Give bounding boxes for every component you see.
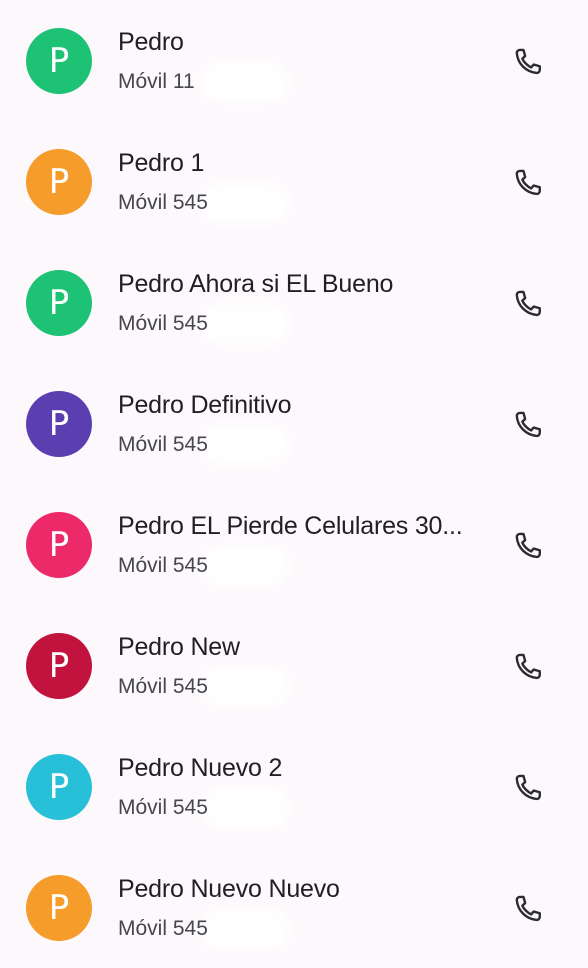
redaction-blur <box>200 667 290 707</box>
contact-phone-detail: Móvil 545 <box>118 554 208 577</box>
contact-row[interactable]: P Pedro Nuevo 2 Móvil 545 <box>0 726 588 847</box>
contact-phone-detail: Móvil 545 <box>118 433 208 456</box>
contact-name: Pedro Definitivo <box>118 391 292 419</box>
contact-row[interactable]: P Pedro New Móvil 545 <box>0 605 588 726</box>
contact-name: Pedro 1 <box>118 149 205 177</box>
redaction-blur <box>200 546 290 586</box>
phone-icon <box>515 169 541 196</box>
contact-name: Pedro Nuevo Nuevo <box>118 875 340 903</box>
contact-row[interactable]: P Pedro Móvil 11 <box>0 0 588 121</box>
redaction-blur <box>200 304 290 344</box>
avatar: P <box>26 149 92 215</box>
contact-name: Pedro EL Pierde Celulares 30... <box>118 512 463 540</box>
call-button[interactable] <box>504 280 552 328</box>
contact-row[interactable]: P Pedro EL Pierde Celulares 30... Móvil … <box>0 484 588 605</box>
contact-name: Pedro New <box>118 633 240 661</box>
avatar: P <box>26 270 92 336</box>
contact-name: Pedro Nuevo 2 <box>118 754 283 782</box>
contact-phone-detail: Móvil 545 <box>118 796 208 819</box>
avatar: P <box>26 633 92 699</box>
contact-row[interactable]: P Pedro Nuevo Nuevo Móvil 545 <box>0 847 588 968</box>
avatar: P <box>26 28 92 94</box>
contact-phone-detail: Móvil 545 <box>118 312 208 335</box>
phone-icon <box>515 774 541 801</box>
call-button[interactable] <box>504 38 552 86</box>
contact-phone-detail: Móvil 545 <box>118 675 208 698</box>
call-button[interactable] <box>504 885 552 933</box>
contact-name: Pedro <box>118 28 184 56</box>
phone-icon <box>515 48 541 75</box>
call-button[interactable] <box>504 401 552 449</box>
contact-phone-detail: Móvil 545 <box>118 917 208 940</box>
redaction-blur <box>200 425 290 465</box>
phone-icon <box>515 895 541 922</box>
contact-phone-detail: Móvil 545 <box>118 191 208 214</box>
call-button[interactable] <box>504 159 552 207</box>
phone-icon <box>515 411 541 438</box>
contact-phone-detail: Móvil 11 <box>118 70 195 93</box>
avatar: P <box>26 512 92 578</box>
contact-row[interactable]: P Pedro 1 Móvil 545 <box>0 121 588 242</box>
call-button[interactable] <box>504 643 552 691</box>
phone-icon <box>515 653 541 680</box>
avatar: P <box>26 754 92 820</box>
contact-row[interactable]: P Pedro Ahora si EL Bueno Móvil 545 <box>0 242 588 363</box>
redaction-blur <box>200 62 290 102</box>
phone-icon <box>515 290 541 317</box>
contact-row[interactable]: P Pedro Definitivo Móvil 545 <box>0 363 588 484</box>
call-button[interactable] <box>504 764 552 812</box>
call-button[interactable] <box>504 522 552 570</box>
redaction-blur <box>200 788 290 828</box>
phone-icon <box>515 532 541 559</box>
redaction-blur <box>200 909 290 949</box>
avatar: P <box>26 391 92 457</box>
redaction-blur <box>200 183 290 223</box>
avatar: P <box>26 875 92 941</box>
contact-name: Pedro Ahora si EL Bueno <box>118 270 394 298</box>
